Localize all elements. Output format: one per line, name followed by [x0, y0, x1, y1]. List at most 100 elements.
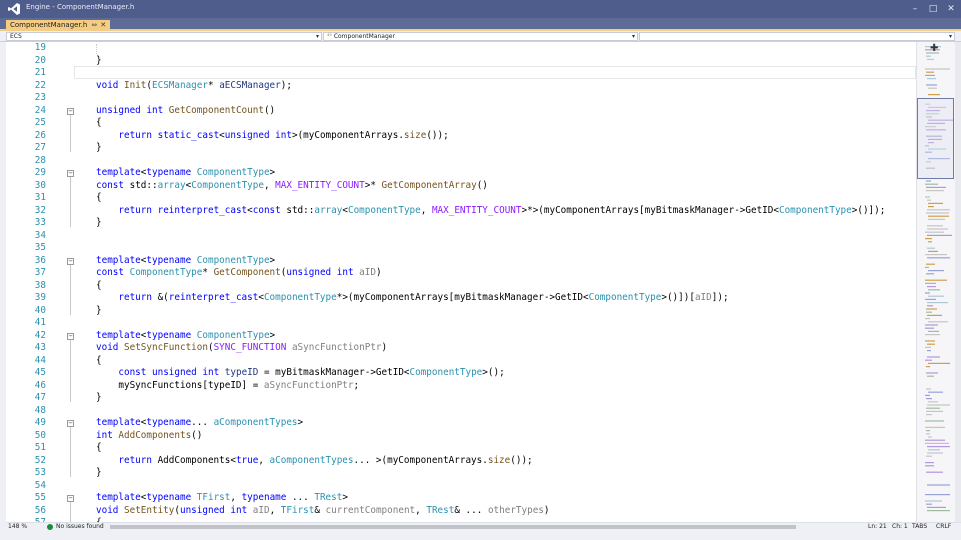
minimize-button[interactable]: –	[908, 2, 922, 16]
maximize-button[interactable]: □	[926, 2, 940, 16]
minimap-line	[928, 206, 934, 208]
close-tab-icon[interactable]: ✕	[100, 21, 106, 29]
function-dropdown[interactable]: ▾	[639, 32, 955, 41]
code-line[interactable]: 56 void SetEntity(unsigned int aID, TFirs…	[6, 505, 916, 518]
collapse-toggle-icon[interactable]: −	[67, 332, 74, 340]
code-line[interactable]: 24 − unsigned int GetComponentCount()	[6, 105, 916, 118]
scope-dropdown[interactable]: ECS ▾	[6, 32, 322, 41]
minimap-line	[925, 420, 944, 422]
code-text: }	[96, 142, 102, 153]
code-line[interactable]: 50 int AddComponents()	[6, 430, 916, 443]
minimap-line	[928, 250, 938, 252]
minimap-line	[925, 462, 934, 464]
code-line[interactable]: 32 return reinterpret_cast<const std::ar…	[6, 205, 916, 218]
code-line[interactable]: 21	[6, 67, 916, 80]
code-line[interactable]: 46 mySyncFunctions[typeID] = aSyncFuncti…	[6, 380, 916, 393]
pin-icon[interactable]: ⇔	[91, 21, 97, 29]
fold-guide	[70, 427, 71, 477]
code-line[interactable]: 36 − template<typename ComponentType>	[6, 255, 916, 268]
minimap-line	[926, 55, 931, 57]
code-editor[interactable]: 19 20} 21 22 void Init(ECSManager* aECSManag…	[6, 42, 916, 522]
minimap-line	[925, 238, 932, 240]
collapse-toggle-icon[interactable]: −	[67, 495, 74, 502]
code-line[interactable]: 54	[6, 480, 916, 493]
horizontal-scrollbar-thumb[interactable]	[110, 525, 796, 529]
vertical-scrollbar[interactable]	[955, 42, 961, 522]
minimap-viewport[interactable]	[917, 98, 954, 179]
code-line[interactable]: 41	[6, 317, 916, 330]
minimap-line	[926, 414, 932, 416]
minimap-line	[925, 394, 930, 396]
split-view-button[interactable]: ✚	[930, 43, 938, 54]
collapse-toggle-icon[interactable]: −	[67, 170, 74, 177]
line-number: 33	[34, 217, 46, 228]
minimap-line	[928, 218, 945, 220]
code-text: void SetEntity(unsigned int aID, TFirst&…	[96, 504, 550, 516]
code-line[interactable]: 49 − template<typename... aComponentTypes>	[6, 417, 916, 430]
code-line[interactable]: 37 const ComponentType* GetComponent(unsi…	[6, 267, 916, 280]
collapse-toggle-icon[interactable]: −	[67, 107, 74, 115]
collapse-toggle-icon[interactable]: −	[67, 257, 74, 265]
code-line[interactable]: 35	[6, 242, 916, 255]
code-line[interactable]: 27}	[6, 142, 916, 155]
code-line[interactable]: 44 {	[6, 355, 916, 368]
line-number: 26	[34, 129, 46, 141]
code-line[interactable]: 43 void SetSyncFunction(SYNC_FUNCTION aSy…	[6, 342, 916, 355]
code-line[interactable]: 30 const std::array<ComponentType, MAX_EN…	[6, 180, 916, 193]
code-text: template<typename TFirst, typename ... T…	[96, 492, 348, 503]
minimap-line	[926, 407, 940, 409]
code-line[interactable]: 45 const unsigned int typeID = myBitmask…	[6, 367, 916, 380]
code-text: {	[96, 117, 102, 128]
tab-componentmanager-h[interactable]: ComponentManager.h ⇔ ✕	[6, 20, 111, 31]
line-number: 51	[34, 442, 46, 453]
code-line[interactable]: 55 − template<typename TFirst, typename ..…	[6, 492, 916, 505]
code-line[interactable]: 48	[6, 405, 916, 418]
minimap-line	[926, 503, 932, 505]
line-number: 56	[34, 504, 46, 516]
code-line[interactable]: 33}	[6, 217, 916, 230]
minimap-line	[927, 257, 950, 259]
line-number: 29	[34, 167, 46, 178]
code-line[interactable]: 38 {	[6, 280, 916, 293]
minimap-line	[925, 340, 935, 342]
close-window-button[interactable]: ✕	[944, 2, 958, 16]
code-line[interactable]: 23	[6, 92, 916, 105]
line-number: 22	[34, 79, 46, 91]
line-number: 35	[34, 242, 46, 253]
line-number: 36	[34, 254, 46, 266]
code-line[interactable]: 26 return static_cast<unsigned int>(myCo…	[6, 130, 916, 143]
code-text: }	[96, 392, 102, 403]
code-text: {	[96, 354, 102, 366]
code-line[interactable]: 31 {	[6, 192, 916, 205]
code-line[interactable]: 40}	[6, 305, 916, 318]
code-line[interactable]: 39 return &(reinterpret_cast<ComponentTy…	[6, 292, 916, 305]
code-line[interactable]: 22 void Init(ECSManager* aECSManager);	[6, 80, 916, 93]
line-number: 52	[34, 454, 46, 466]
code-text: {	[96, 442, 102, 453]
code-line[interactable]: 34	[6, 230, 916, 243]
minimap-line	[925, 442, 949, 444]
code-line[interactable]: 53}	[6, 467, 916, 480]
line-number: 48	[34, 404, 46, 416]
code-line[interactable]: 20}	[6, 55, 916, 68]
minimap-line	[927, 375, 934, 377]
collapse-toggle-icon[interactable]: −	[67, 420, 74, 427]
code-line[interactable]: 42 − template<typename ComponentType>	[6, 330, 916, 343]
code-line[interactable]: 47}	[6, 392, 916, 405]
code-line[interactable]: 25 {	[6, 117, 916, 130]
code-line[interactable]: 19	[6, 42, 916, 55]
code-line[interactable]: 28	[6, 155, 916, 168]
member-dropdown[interactable]: ⁴⁵ ComponentManager ▾	[323, 32, 638, 41]
minimap-line	[928, 270, 944, 272]
fold-guide	[70, 339, 71, 402]
minimap-line	[925, 346, 931, 348]
code-line[interactable]: 29 − template<typename ComponentType>	[6, 167, 916, 180]
minimap-line	[925, 266, 929, 268]
code-line[interactable]: 52 return AddComponents<true, aComponent…	[6, 455, 916, 468]
code-line[interactable]: 51 {	[6, 442, 916, 455]
minimap-line	[927, 446, 950, 448]
code-text: template<typename... aComponentTypes>	[96, 417, 304, 428]
minimap-line	[925, 334, 940, 336]
minimap-line	[928, 362, 950, 364]
minimap-line	[927, 305, 933, 307]
